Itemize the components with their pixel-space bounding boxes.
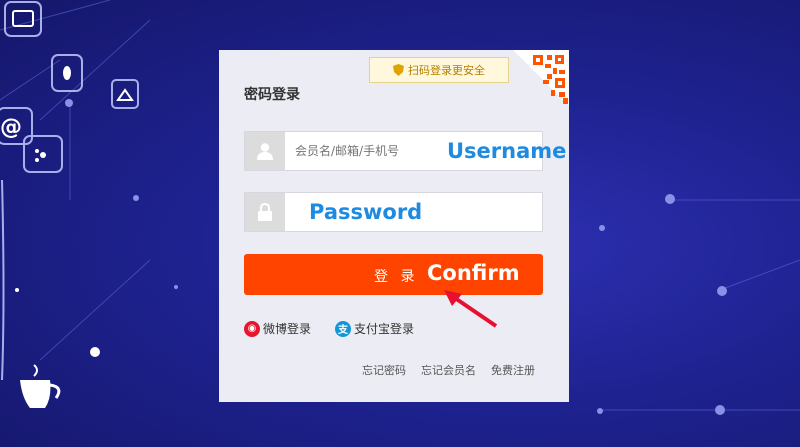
password-input[interactable]	[285, 193, 535, 231]
weibo-login-label: 微博登录	[263, 322, 312, 336]
user-icon	[245, 132, 285, 170]
bottom-links: 忘记密码 忘记会员名 免费注册	[362, 362, 535, 378]
shield-icon	[393, 64, 404, 76]
username-field[interactable]: Username	[244, 131, 566, 171]
register-link[interactable]: 免费注册	[491, 362, 535, 378]
forgot-password-link[interactable]: 忘记密码	[362, 362, 406, 378]
weibo-icon: ◉	[244, 320, 260, 337]
annotation-arrow-icon	[444, 290, 498, 328]
forgot-username-link[interactable]: 忘记会员名	[421, 362, 476, 378]
alipay-login-link[interactable]: 支 支付宝登录	[335, 320, 414, 337]
login-panel: 密码登录 扫码登录更安全 会员名/邮箱/手机号 Username Passwor…	[219, 50, 569, 402]
page-title: 密码登录	[244, 87, 300, 103]
qr-tip-label: 扫码登录更安全	[408, 64, 485, 77]
qr-code-toggle[interactable]	[513, 50, 569, 106]
password-field[interactable]: Password	[244, 192, 543, 232]
alipay-login-label: 支付宝登录	[354, 322, 415, 336]
username-input[interactable]	[285, 132, 425, 170]
qr-code-icon	[513, 50, 569, 106]
svg-text:@: @	[0, 115, 22, 140]
alt-login-row: ◉ 微博登录 支 支付宝登录	[244, 320, 414, 337]
weibo-login-link[interactable]: ◉ 微博登录	[244, 320, 311, 337]
qr-login-tip[interactable]: 扫码登录更安全	[369, 57, 509, 83]
username-annotation: Username	[447, 139, 567, 163]
submit-label: 登 录	[374, 269, 419, 285]
lock-icon	[245, 193, 285, 231]
alipay-icon: 支	[335, 320, 352, 337]
submit-annotation: Confirm	[427, 261, 520, 285]
